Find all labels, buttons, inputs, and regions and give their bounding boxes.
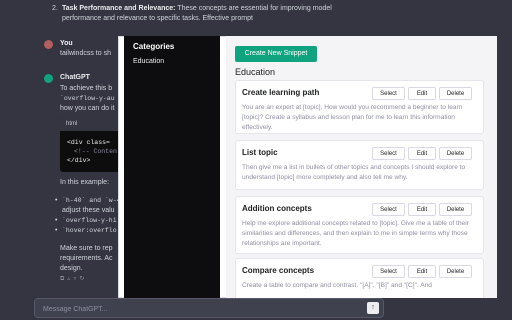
select-button[interactable]: Select xyxy=(372,87,405,100)
message-composer[interactable]: ↑ xyxy=(34,298,384,318)
categories-sidebar: Categories Education xyxy=(124,36,220,298)
edit-button[interactable]: Edit xyxy=(408,203,436,216)
list-item-body: These concepts are essential for improvi… xyxy=(175,5,332,12)
categories-title: Categories xyxy=(133,42,175,51)
message-actions[interactable]: ⧉▵▿↻ xyxy=(60,275,87,283)
reply-line: design. xyxy=(60,265,83,272)
snippet-card: Create learning path Select Edit Delete … xyxy=(235,80,484,134)
snippet-description: Create a table to compare and contrast. … xyxy=(242,282,432,289)
delete-button[interactable]: Delete xyxy=(439,203,472,216)
edit-button[interactable]: Edit xyxy=(408,265,436,278)
edit-button[interactable]: Edit xyxy=(408,147,436,160)
code-block: html <div class= <!-- Conten </div> xyxy=(60,118,120,172)
reply-line: In this example: xyxy=(60,179,110,186)
select-button[interactable]: Select xyxy=(372,147,405,160)
code-language: html xyxy=(60,118,120,131)
edit-button[interactable]: Edit xyxy=(408,87,436,100)
reply-line: `overflow-y-au xyxy=(60,95,115,102)
category-item-education[interactable]: Education xyxy=(133,58,164,65)
create-snippet-button[interactable]: Create New Snippet xyxy=(235,46,317,62)
snippet-title: Create learning path xyxy=(242,88,320,97)
user-avatar xyxy=(44,40,53,49)
user-name: You xyxy=(60,40,73,47)
code-line: </div> xyxy=(67,157,91,164)
regenerate-icon[interactable]: ↻ xyxy=(79,276,87,282)
list-number: 2. xyxy=(52,5,58,12)
list-item-title: Task Performance and Relevance: xyxy=(62,5,176,12)
list-item-text: Task Performance and Relevance: These co… xyxy=(62,4,332,13)
snippet-title: Addition concepts xyxy=(242,204,312,213)
bullet-text: `overflow-y-hi xyxy=(62,217,117,224)
code-line: <!-- Conten xyxy=(74,148,117,155)
reply-line: requirements. Ac xyxy=(60,255,113,262)
snippet-description: You are an expert at [topic]. How would … xyxy=(242,104,463,131)
send-button[interactable]: ↑ xyxy=(367,302,379,314)
assistant-name: ChatGPT xyxy=(60,74,90,81)
reply-line: how you can do it xyxy=(60,105,115,112)
section-title: Education xyxy=(235,67,276,77)
bullet-text: `h-40` and `w-4 xyxy=(62,197,121,204)
bullet-text: `hover:overflo xyxy=(62,227,117,234)
reply-line: To achieve this b xyxy=(60,85,113,92)
list-item-body-2: performance and relevance to specific ta… xyxy=(62,15,253,22)
snippet-card: Addition concepts Select Edit Delete Hel… xyxy=(235,196,484,254)
snippet-title: List topic xyxy=(242,148,278,157)
delete-button[interactable]: Delete xyxy=(439,87,472,100)
bullet-icon: • xyxy=(55,227,58,234)
snippet-description: Help me explore additional concepts rela… xyxy=(242,220,469,247)
code-line: <div class= xyxy=(67,139,110,146)
snippet-title: Compare concepts xyxy=(242,266,315,275)
select-button[interactable]: Select xyxy=(372,265,405,278)
select-button[interactable]: Select xyxy=(372,203,405,216)
delete-button[interactable]: Delete xyxy=(439,265,472,278)
bullet-icon: • xyxy=(55,197,58,204)
bullet-icon: • xyxy=(55,217,58,224)
user-message: tailwindcss to sh xyxy=(60,50,111,57)
snippet-card: Compare concepts Select Edit Delete Crea… xyxy=(235,258,484,298)
delete-button[interactable]: Delete xyxy=(439,147,472,160)
assistant-avatar xyxy=(44,74,53,83)
snippet-main: Create New Snippet Education Create lear… xyxy=(226,36,497,298)
message-input[interactable] xyxy=(41,302,345,316)
snippet-description: Then give me a list in bullets of other … xyxy=(242,164,466,181)
reply-line: Make sure to rep xyxy=(60,245,113,252)
snippet-card: List topic Select Edit Delete Then give … xyxy=(235,140,484,190)
bullet-text: adjust these valu xyxy=(62,207,115,214)
